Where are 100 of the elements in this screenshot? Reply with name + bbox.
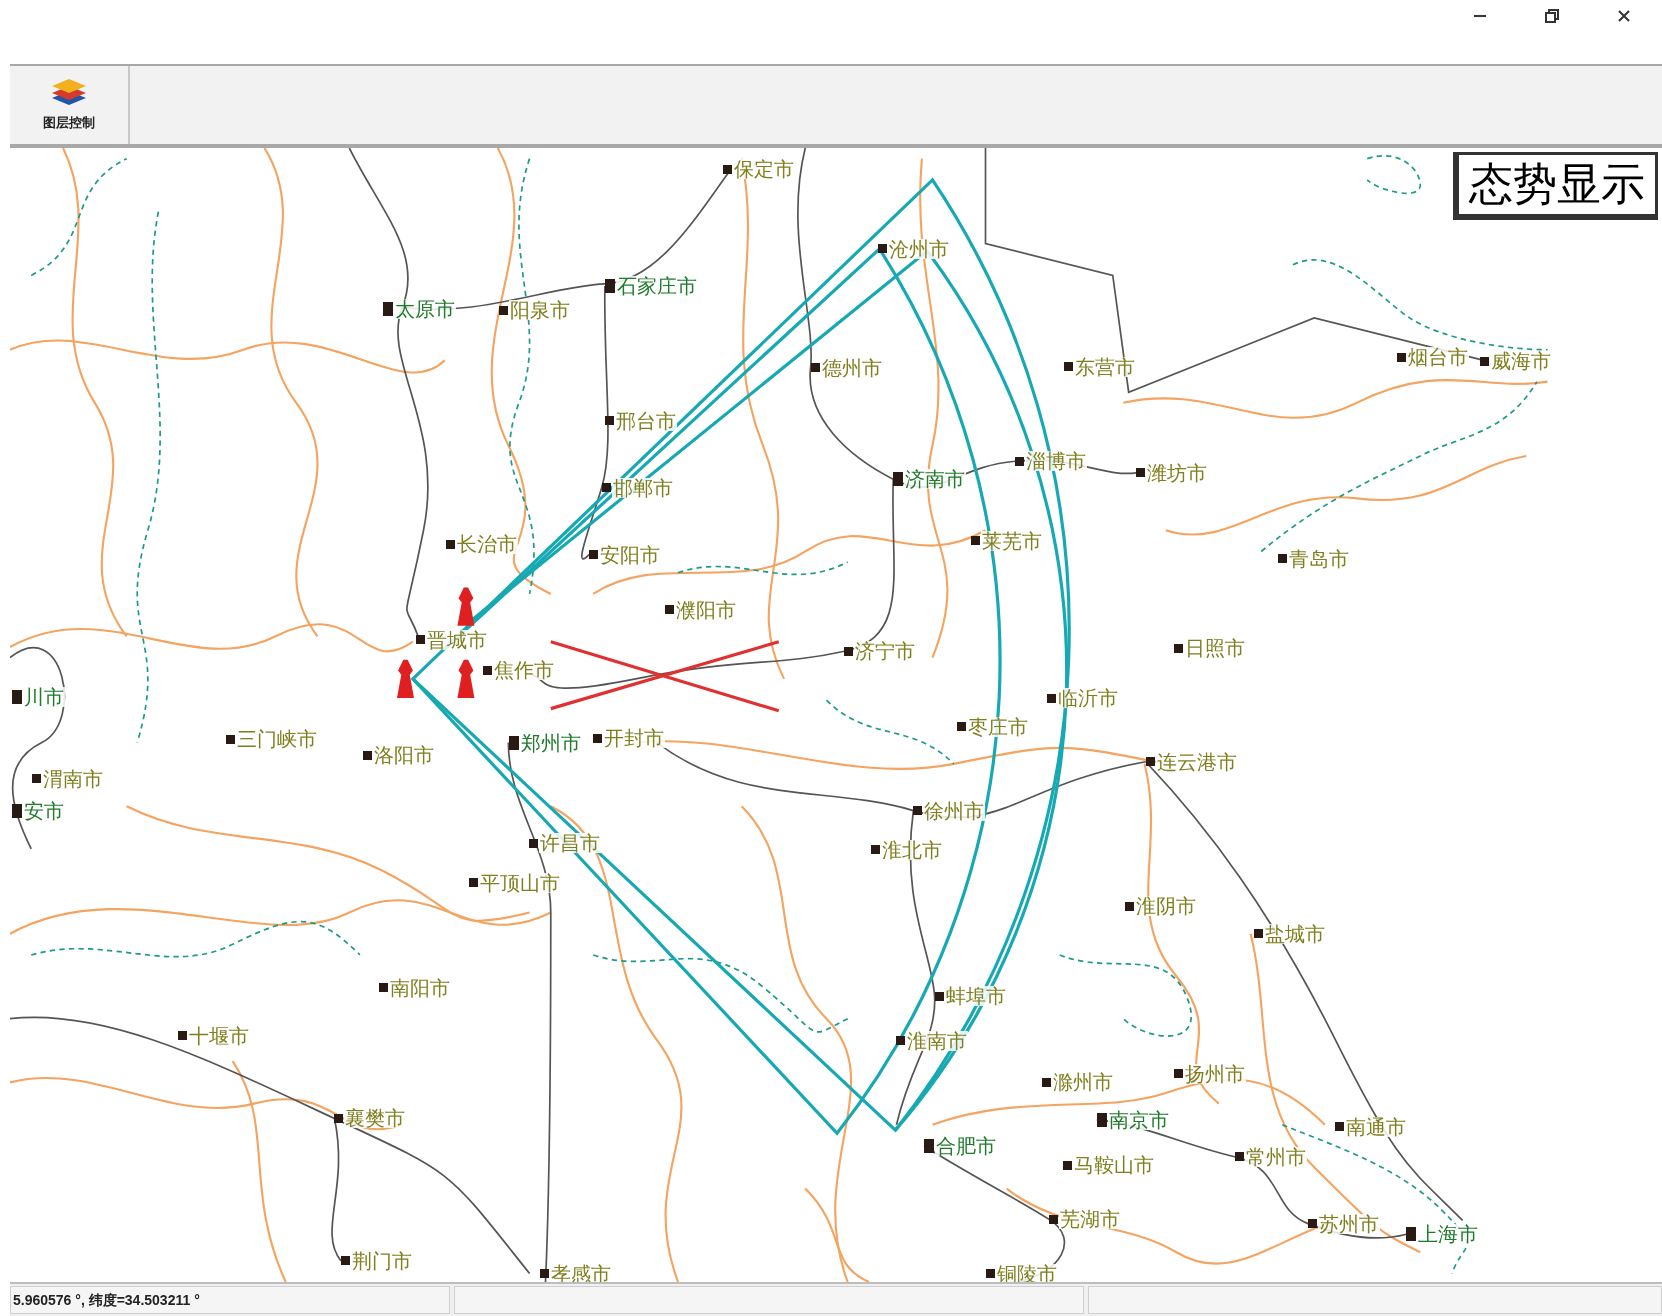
city-label: 石家庄市 xyxy=(615,276,698,297)
city-label: 芜湖市 xyxy=(1059,1209,1122,1230)
city-label: 淄博市 xyxy=(1025,451,1088,472)
city-marker-icon xyxy=(416,635,426,645)
tower-icon xyxy=(457,587,475,626)
city-marker-icon xyxy=(924,1139,934,1154)
city-marker-icon xyxy=(604,416,614,426)
city-label: 德州市 xyxy=(820,357,883,378)
city-label: 安市 xyxy=(23,800,66,821)
city-label: 威海市 xyxy=(1489,351,1552,372)
city-marker-icon xyxy=(1125,901,1135,911)
city-label: 盐城市 xyxy=(1263,923,1326,944)
city-marker-icon xyxy=(334,1113,344,1123)
city-label: 郑州市 xyxy=(520,732,583,753)
city-marker-icon xyxy=(601,483,611,493)
city-label: 马鞍山市 xyxy=(1072,1155,1155,1176)
city-label: 潍坊市 xyxy=(1146,462,1209,483)
city-marker-icon xyxy=(1479,356,1489,366)
city-label: 邯郸市 xyxy=(611,477,674,498)
city-label: 安阳市 xyxy=(598,544,661,565)
city-marker-icon xyxy=(498,305,508,315)
city-label: 烟台市 xyxy=(1406,347,1469,368)
city-label: 沧州市 xyxy=(888,238,951,259)
city-marker-icon xyxy=(12,689,23,704)
city-marker-icon xyxy=(934,991,944,1001)
city-label: 邢台市 xyxy=(614,410,677,431)
city-marker-icon xyxy=(665,605,675,615)
city-marker-icon xyxy=(985,1269,995,1278)
city-label: 连云港市 xyxy=(1155,751,1238,772)
city-label: 济南市 xyxy=(904,469,967,490)
city-marker-icon xyxy=(1174,643,1184,653)
city-marker-icon xyxy=(482,665,492,675)
city-label: 青岛市 xyxy=(1288,548,1351,569)
city-marker-icon xyxy=(1406,1227,1417,1242)
city-marker-icon xyxy=(1015,456,1025,466)
city-label: 许昌市 xyxy=(538,833,601,854)
city-marker-icon xyxy=(970,536,980,546)
city-marker-icon xyxy=(469,878,479,888)
city-label: 上海市 xyxy=(1417,1224,1480,1245)
city-label: 焦作市 xyxy=(492,660,555,681)
city-label: 南通市 xyxy=(1345,1116,1408,1137)
city-label: 十堰市 xyxy=(187,1025,250,1046)
city-marker-icon xyxy=(604,279,615,294)
city-label: 开封市 xyxy=(603,728,666,749)
city-marker-icon xyxy=(1062,1160,1072,1170)
restore-icon xyxy=(1545,9,1559,23)
city-marker-icon xyxy=(1396,352,1406,362)
city-label: 合肥市 xyxy=(935,1136,997,1157)
city-label: 淮北市 xyxy=(881,839,943,860)
overlay-title: 态势显示 xyxy=(1453,152,1658,220)
city-label: 蚌埠市 xyxy=(944,986,1007,1007)
city-label: 淮阴市 xyxy=(1135,896,1198,917)
city-marker-icon xyxy=(1049,1214,1059,1224)
coordinates-text: 5.960576 °, 纬度=34.503211 ° xyxy=(13,1290,200,1310)
city-label: 保定市 xyxy=(732,159,795,180)
city-marker-icon xyxy=(810,363,820,373)
city-label: 徐州市 xyxy=(923,800,986,821)
city-label: 太原市 xyxy=(394,299,457,320)
city-marker-icon xyxy=(893,472,904,487)
city-marker-icon xyxy=(1253,929,1263,939)
tower-icon xyxy=(457,659,475,698)
city-marker-icon xyxy=(340,1256,350,1266)
city-marker-icon xyxy=(1096,1112,1107,1127)
city-label: 常州市 xyxy=(1244,1146,1307,1167)
city-label: 濮阳市 xyxy=(675,599,738,620)
city-label: 阳泉市 xyxy=(508,300,571,321)
city-marker-icon xyxy=(528,838,538,848)
city-label: 莱芜市 xyxy=(980,530,1043,551)
city-marker-icon xyxy=(593,733,603,743)
city-label: 渭南市 xyxy=(42,768,105,789)
city-marker-icon xyxy=(956,722,966,732)
city-marker-icon xyxy=(913,806,923,816)
city-marker-icon xyxy=(1041,1077,1051,1087)
city-marker-icon xyxy=(722,164,732,174)
city-marker-icon xyxy=(226,734,236,744)
city-marker-icon xyxy=(12,803,23,818)
city-marker-icon xyxy=(383,302,394,317)
city-marker-icon xyxy=(1307,1219,1317,1229)
city-marker-icon xyxy=(871,845,880,855)
city-marker-icon xyxy=(363,750,373,760)
city-label: 三门峡市 xyxy=(236,729,319,750)
city-label: 平顶山市 xyxy=(479,872,562,893)
layer-control-button[interactable]: 图层控制 xyxy=(10,66,130,144)
city-marker-icon xyxy=(896,1036,906,1046)
city-marker-icon xyxy=(1174,1069,1184,1079)
city-label: 苏州市 xyxy=(1317,1213,1380,1234)
city-label: 扬州市 xyxy=(1184,1063,1247,1084)
city-marker-icon xyxy=(540,1269,550,1278)
city-marker-icon xyxy=(32,774,42,784)
city-label: 淮南市 xyxy=(906,1030,969,1051)
city-label: 滁州市 xyxy=(1051,1072,1114,1093)
city-marker-icon xyxy=(1278,554,1288,564)
city-marker-icon xyxy=(1047,693,1056,703)
city-label: 临沂市 xyxy=(1057,688,1119,708)
city-label: 南阳市 xyxy=(389,977,451,998)
city-marker-icon xyxy=(588,550,598,560)
city-marker-icon xyxy=(1335,1122,1345,1132)
city-label: 晋城市 xyxy=(426,629,489,650)
city-label: 洛阳市 xyxy=(373,745,436,766)
city-label: 川市 xyxy=(23,686,66,707)
